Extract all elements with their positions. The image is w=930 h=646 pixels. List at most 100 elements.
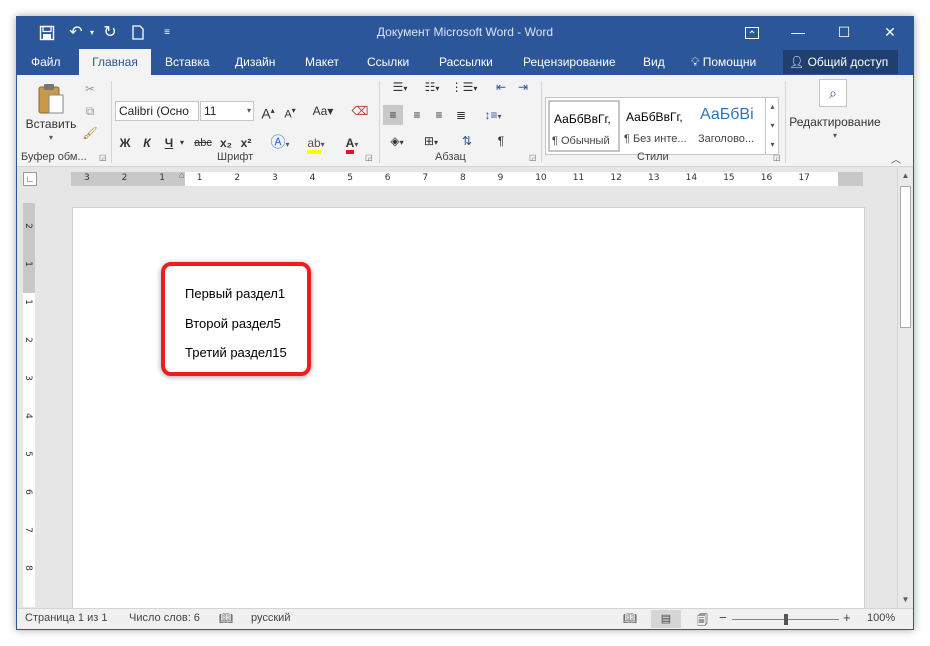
word-window: ↶ ▾ ↻ ≡ Документ Microsoft Word - Word —…	[16, 16, 914, 630]
tell-me-button[interactable]: 💡︎ Помощни	[691, 49, 756, 75]
tab-insert[interactable]: Вставка	[165, 49, 210, 75]
web-layout-icon[interactable]: 🗐︎	[697, 612, 708, 629]
tab-design[interactable]: Дизайн	[235, 49, 275, 75]
copy-icon[interactable]: ⧉	[81, 101, 99, 121]
sort-icon[interactable]: ⇅	[457, 131, 477, 151]
chevron-down-icon: ▾	[246, 106, 251, 115]
change-case-icon[interactable]: Aa▾	[309, 101, 337, 121]
tab-file[interactable]: Файл	[31, 49, 61, 75]
underline-button[interactable]: Ч	[161, 133, 177, 153]
grow-font-icon[interactable]: A▴	[259, 101, 277, 122]
superscript-button[interactable]: x²	[237, 133, 255, 153]
zoom-in-icon[interactable]: +	[843, 610, 851, 625]
style-heading[interactable]: АаБбВі Заголово...	[696, 100, 768, 152]
font-launcher-icon[interactable]: ◲	[365, 153, 373, 162]
font-size-dropdown[interactable]: 11 ▾	[200, 101, 254, 121]
tell-me-label: Помощни	[702, 55, 757, 69]
ribbon-display-options-icon[interactable]	[729, 17, 775, 49]
strikethrough-button[interactable]: abc	[191, 133, 215, 153]
borders-icon[interactable]: ⊞▾	[417, 131, 445, 151]
styles-launcher-icon[interactable]: ◲	[773, 153, 781, 162]
style-no-spacing[interactable]: АаБбВвГг, ¶ Без инте...	[622, 100, 694, 152]
increase-indent-icon[interactable]: ⇥	[513, 77, 533, 97]
numbering-icon[interactable]: ☷▾	[417, 77, 447, 97]
paste-button[interactable]: Вставить ▾	[23, 79, 79, 151]
language-indicator[interactable]: русский	[251, 612, 290, 624]
horizontal-ruler[interactable]: ⌂ 3 2 1 1 2 3 4 5 6 7 8 9 10 11 12 13 14 15 16 17	[71, 170, 863, 186]
tab-layout[interactable]: Макет	[305, 49, 339, 75]
font-size-value: 11	[204, 104, 217, 118]
format-painter-icon[interactable]: 🖌︎	[81, 123, 99, 143]
collapse-ribbon-icon[interactable]: ︿	[891, 151, 901, 166]
clear-formatting-icon[interactable]: ⌫	[351, 101, 369, 121]
style-sample: АаБбВвГг,	[554, 112, 611, 126]
style-normal[interactable]: АаБбВвГг, ¶ Обычный	[548, 100, 620, 152]
chevron-down-icon[interactable]: ▾	[766, 116, 779, 135]
font-name-dropdown[interactable]: Calibri (Осно	[115, 101, 199, 121]
highlight-color-button[interactable]: ab▾	[301, 133, 331, 154]
paragraph-launcher-icon[interactable]: ◲	[529, 153, 537, 162]
align-center-icon[interactable]: ≡	[407, 105, 427, 125]
zoom-slider-thumb[interactable]	[783, 614, 788, 625]
align-left-icon[interactable]: ≡	[383, 105, 403, 125]
bullets-icon[interactable]: ☰▾	[385, 77, 415, 97]
ruler-number: 9	[497, 173, 504, 183]
multilevel-list-icon[interactable]: ⋮☰▾	[449, 77, 479, 97]
group-divider	[379, 81, 380, 163]
scroll-thumb[interactable]	[900, 186, 911, 328]
editing-button[interactable]: ⌕ Редактирование ▾	[787, 79, 883, 151]
font-color-button[interactable]: A▾	[337, 133, 367, 154]
maximize-icon[interactable]: ☐	[821, 17, 867, 49]
document-page[interactable]: Первый раздел1 Второй раздел5 Третий раз…	[72, 207, 865, 608]
read-mode-icon[interactable]: 📖︎	[623, 612, 637, 625]
tab-references[interactable]: Ссылки	[367, 49, 409, 75]
subscript-button[interactable]: x₂	[217, 133, 235, 153]
print-layout-icon[interactable]: ▤	[651, 610, 681, 628]
zoom-out-icon[interactable]: −	[719, 610, 727, 625]
bold-button[interactable]: Ж	[117, 133, 133, 153]
justify-icon[interactable]: ≣	[451, 105, 471, 125]
group-divider	[541, 81, 542, 163]
tab-review[interactable]: Рецензирование	[523, 49, 616, 75]
align-right-icon[interactable]: ≡	[429, 105, 449, 125]
tab-home[interactable]: Главная	[79, 49, 151, 75]
shrink-font-icon[interactable]: A▾	[281, 101, 299, 121]
more-styles-icon[interactable]: ▾	[766, 135, 779, 154]
indent-marker[interactable]: ⌂	[179, 170, 184, 180]
vertical-ruler[interactable]: 2 1 1 2 3 4 5 6 7 8	[23, 203, 35, 607]
tab-selector-button[interactable]: ∟	[23, 172, 37, 186]
ruler-number: 5	[22, 451, 33, 457]
person-icon: 👤︎	[789, 55, 805, 69]
word-count[interactable]: Число слов: 6	[129, 612, 200, 624]
document-area: Первый раздел1 Второй раздел5 Третий раз…	[39, 190, 897, 608]
ruler-margin	[23, 203, 35, 293]
ruler-number: 4	[22, 413, 33, 419]
clipboard-launcher-icon[interactable]: ◲	[99, 153, 107, 162]
ruler-area: ∟ ⌂ 3 2 1 1 2 3 4 5 6 7 8 9 10 11 12 13 14 15 16 17	[17, 168, 897, 190]
editing-dropdown-icon: ▾	[832, 131, 837, 140]
tab-view[interactable]: Вид	[643, 49, 665, 75]
scroll-down-icon[interactable]: ▼	[898, 592, 913, 608]
search-icon: ⌕	[819, 79, 847, 107]
vertical-scrollbar[interactable]: ▲ ▼	[897, 168, 913, 608]
page-count[interactable]: Страница 1 из 1	[25, 612, 107, 624]
ruler-number: 6	[22, 489, 33, 495]
cut-icon[interactable]: ✂	[81, 79, 99, 99]
close-icon[interactable]: ✕	[867, 17, 913, 49]
decrease-indent-icon[interactable]: ⇤	[491, 77, 511, 97]
shading-icon[interactable]: ◈▾	[383, 131, 411, 151]
scroll-up-icon[interactable]: ▲	[898, 168, 913, 184]
ruler-number: 3	[22, 375, 33, 381]
share-button[interactable]: 👤︎ Общий доступ	[783, 50, 898, 74]
italic-button[interactable]: К	[139, 133, 155, 153]
chevron-up-icon[interactable]: ▴	[766, 97, 779, 116]
text-effects-icon[interactable]: Ⓐ▾	[267, 133, 293, 153]
proofing-icon[interactable]: 📖︎	[219, 612, 233, 625]
ruler-number: 7	[422, 173, 429, 183]
show-formatting-marks-icon[interactable]: ¶	[491, 131, 511, 151]
minimize-icon[interactable]: —	[775, 17, 821, 49]
tab-mailings[interactable]: Рассылки	[439, 49, 493, 75]
zoom-level[interactable]: 100%	[867, 612, 895, 624]
line-spacing-icon[interactable]: ↕≡▾	[479, 105, 507, 125]
underline-dropdown-icon[interactable]: ▾	[177, 133, 187, 153]
